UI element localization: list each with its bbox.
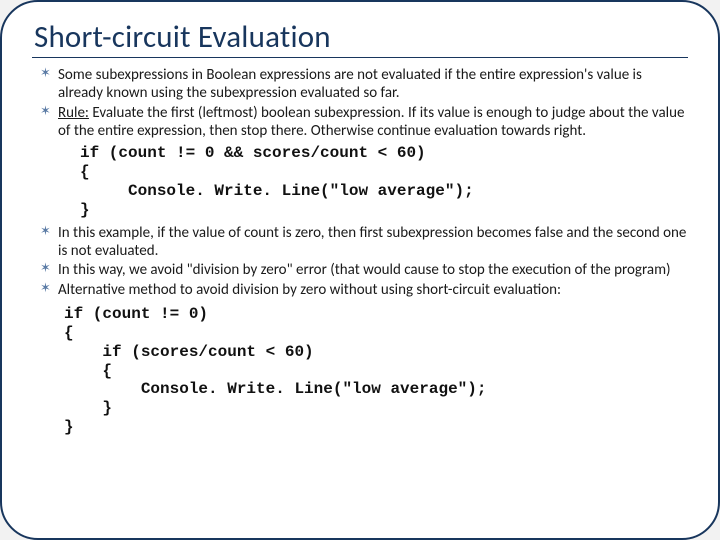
code-block-2: if (count != 0) { if (scores/count < 60)… <box>64 305 688 437</box>
bullet-item: ✶ In this way, we avoid "division by zer… <box>40 261 688 279</box>
bullet-text: In this example, if the value of count i… <box>58 224 686 260</box>
bullet-star-icon: ✶ <box>40 283 52 295</box>
bullet-list: ✶ Some subexpressions in Boolean express… <box>32 66 688 140</box>
bullet-text: Rule: Evaluate the first (leftmost) bool… <box>58 104 684 140</box>
bullet-text: In this way, we avoid "division by zero"… <box>58 261 671 279</box>
bullet-star-icon: ✶ <box>40 226 52 238</box>
bullet-text: Alternative method to avoid division by … <box>58 281 561 299</box>
bullet-star-icon: ✶ <box>40 263 52 275</box>
bullet-item: ✶ In this example, if the value of count… <box>40 224 688 261</box>
code-block-1: if (count != 0 && scores/count < 60) { C… <box>80 144 688 220</box>
bullet-star-icon: ✶ <box>40 68 52 80</box>
bullet-text: Some subexpressions in Boolean expressio… <box>58 66 642 102</box>
bullet-list-2: ✶ In this example, if the value of count… <box>32 224 688 299</box>
slide-frame: Short-circuit Evaluation ✶ Some subexpre… <box>0 0 720 540</box>
rule-body: Evaluate the first (leftmost) boolean su… <box>58 104 684 140</box>
rule-label: Rule: <box>58 104 89 122</box>
bullet-item: ✶ Some subexpressions in Boolean express… <box>40 66 688 103</box>
page-title: Short-circuit Evaluation <box>32 18 688 58</box>
bullet-item: ✶ Alternative method to avoid division b… <box>40 281 688 299</box>
bullet-item: ✶ Rule: Evaluate the first (leftmost) bo… <box>40 104 688 141</box>
bullet-star-icon: ✶ <box>40 106 52 118</box>
